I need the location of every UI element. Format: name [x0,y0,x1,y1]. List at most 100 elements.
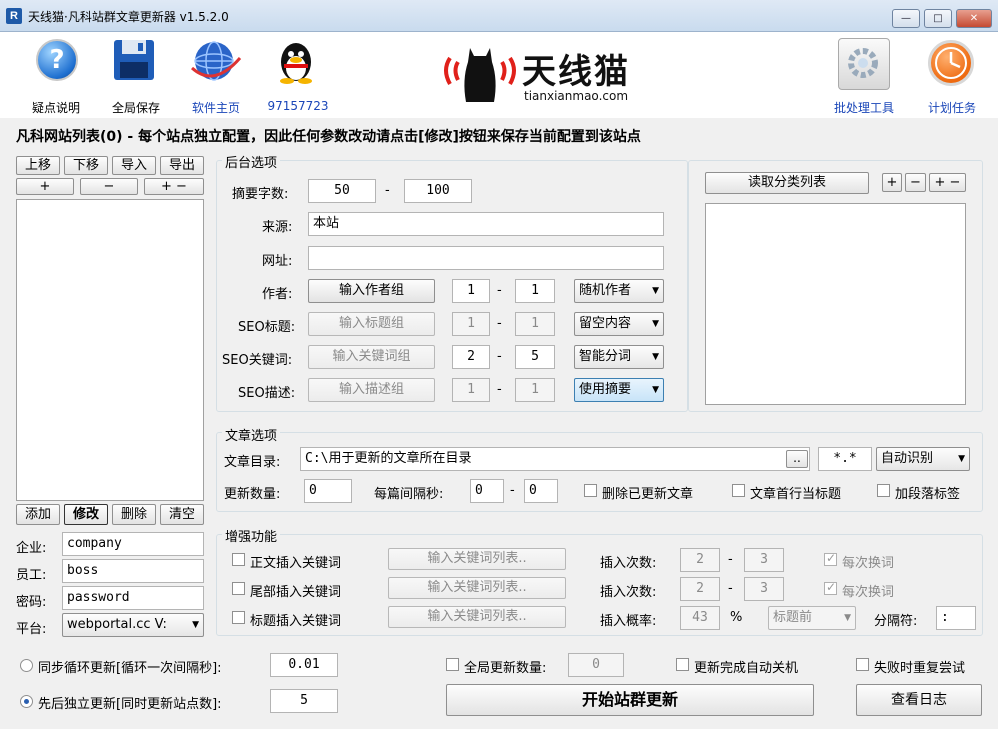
delete-updated-label[interactable]: 删除已更新文章 [602,483,693,502]
url-input[interactable] [308,246,664,270]
toggle-group-button[interactable]: + − [144,178,204,195]
add-group-button[interactable]: + [16,178,74,195]
seo-description-max-input[interactable]: 1 [515,378,555,402]
title-position-select[interactable]: 标题前 ▼ [768,606,856,630]
qq-label[interactable]: 97157723 [262,99,334,113]
seo-title-mode-select[interactable]: 留空内容 ▼ [574,312,664,336]
export-button[interactable]: 导出 [160,156,204,175]
seo-keywords-max-input[interactable]: 5 [515,345,555,369]
category-listbox[interactable] [705,203,966,405]
delete-site-button[interactable]: 删除 [112,504,156,525]
remove-group-button[interactable]: − [80,178,138,195]
tail-keyword-checkbox[interactable] [232,582,245,595]
body-count-max-input[interactable]: 3 [744,548,784,572]
delete-updated-checkbox[interactable] [584,484,597,497]
first-line-title-checkbox[interactable] [732,484,745,497]
auto-shutdown-checkbox[interactable] [676,658,689,671]
browse-button[interactable]: .. [786,450,808,468]
update-count-input[interactable]: 0 [304,479,352,503]
seo-title-max-input[interactable]: 1 [515,312,555,336]
body-keyword-label[interactable]: 正文插入关键词 [250,552,341,571]
author-min-input[interactable]: 1 [452,279,490,303]
seo-keywords-mode-select[interactable]: 智能分词 ▼ [574,345,664,369]
encoding-select[interactable]: 自动识别 ▼ [876,447,970,471]
seo-description-mode-select[interactable]: 使用摘要 ▼ [574,378,664,402]
category-add-button[interactable]: + [882,173,902,192]
seo-title-group-button[interactable]: 输入标题组 [308,312,435,336]
author-mode-select[interactable]: 随机作者 ▼ [574,279,664,303]
tail-keyword-list-button[interactable]: 输入关键词列表.. [388,577,566,599]
source-input[interactable]: 本站 [308,212,664,236]
seo-keywords-group-button[interactable]: 输入关键词组 [308,345,435,369]
sync-loop-label[interactable]: 同步循环更新[循环一次间隔秒]: [38,657,222,676]
save-all-label[interactable]: 全局保存 [100,99,172,116]
auto-shutdown-label[interactable]: 更新完成自动关机 [694,657,798,676]
title-keyword-label[interactable]: 标题插入关键词 [250,610,341,629]
retry-checkbox[interactable] [856,658,869,671]
interval-max-input[interactable]: 0 [524,479,558,503]
move-down-button[interactable]: 下移 [64,156,108,175]
probability-input[interactable]: 43 [680,606,720,630]
category-remove-button[interactable]: − [905,173,926,192]
sync-loop-radio[interactable] [20,659,33,672]
body-keyword-checkbox[interactable] [232,553,245,566]
global-count-input[interactable]: 0 [568,653,624,677]
site-listbox[interactable] [16,199,204,501]
scheduled-tasks-label[interactable]: 计划任务 [916,99,988,116]
add-site-button[interactable]: 添加 [16,504,60,525]
body-keyword-list-button[interactable]: 输入关键词列表.. [388,548,566,570]
seo-keywords-min-input[interactable]: 2 [452,345,490,369]
para-tag-label[interactable]: 加段落标签 [895,483,960,502]
first-line-title-label[interactable]: 文章首行当标题 [750,483,841,502]
password-input[interactable]: password [62,586,204,610]
sync-loop-input[interactable]: 0.01 [270,653,338,677]
title-keyword-list-button[interactable]: 输入关键词列表.. [388,606,566,628]
seo-description-min-input[interactable]: 1 [452,378,490,402]
body-count-min-input[interactable]: 2 [680,548,720,572]
batch-tools-label[interactable]: 批处理工具 [826,99,902,116]
staff-input[interactable]: boss [62,559,204,583]
tail-count-max-input[interactable]: 3 [744,577,784,601]
author-max-input[interactable]: 1 [515,279,555,303]
seo-description-group-button[interactable]: 输入描述组 [308,378,435,402]
clear-sites-button[interactable]: 清空 [160,504,204,525]
body-change-label[interactable]: 每次换词 [842,552,894,571]
tail-count-min-input[interactable]: 2 [680,577,720,601]
close-button[interactable]: ✕ [956,9,992,28]
tail-change-label[interactable]: 每次换词 [842,581,894,600]
separator-input[interactable]: : [936,606,976,630]
retry-label[interactable]: 失败时重复尝试 [874,657,965,676]
sequential-label[interactable]: 先后独立更新[同时更新站点数]: [38,693,222,712]
tail-change-checkbox[interactable] [824,580,837,595]
summary-min-input[interactable]: 50 [308,179,376,203]
homepage-label[interactable]: 软件主页 [180,99,252,116]
author-group-button[interactable]: 输入作者组 [308,279,435,303]
file-pattern-input[interactable]: *.* [818,447,872,471]
sequential-input[interactable]: 5 [270,689,338,713]
platform-select[interactable]: webportal.cc V: ▼ [62,613,204,637]
modify-site-button[interactable]: 修改 [64,504,108,525]
tail-keyword-label[interactable]: 尾部插入关键词 [250,581,341,600]
summary-max-input[interactable]: 100 [404,179,472,203]
view-log-button[interactable]: 查看日志 [856,684,982,716]
para-tag-checkbox[interactable] [877,484,890,497]
batch-tools-tool[interactable] [838,38,890,90]
maximize-button[interactable]: □ [924,9,952,28]
qq-tool[interactable] [274,38,318,84]
sequential-radio[interactable] [20,695,33,708]
global-count-checkbox[interactable] [446,658,459,671]
save-all-tool[interactable] [112,38,156,82]
help-label[interactable]: 疑点说明 [20,99,92,116]
category-toggle-button[interactable]: + − [929,173,966,192]
homepage-tool[interactable] [188,38,244,84]
read-category-button[interactable]: 读取分类列表 [705,172,869,194]
interval-min-input[interactable]: 0 [470,479,504,503]
start-update-button[interactable]: 开始站群更新 [446,684,814,716]
move-up-button[interactable]: 上移 [16,156,60,175]
seo-title-min-input[interactable]: 1 [452,312,490,336]
import-button[interactable]: 导入 [112,156,156,175]
article-dir-input[interactable]: C:\用于更新的文章所在目录 [300,447,810,471]
title-keyword-checkbox[interactable] [232,611,245,624]
scheduled-tasks-tool[interactable] [928,40,974,86]
global-count-label[interactable]: 全局更新数量: [464,657,546,676]
